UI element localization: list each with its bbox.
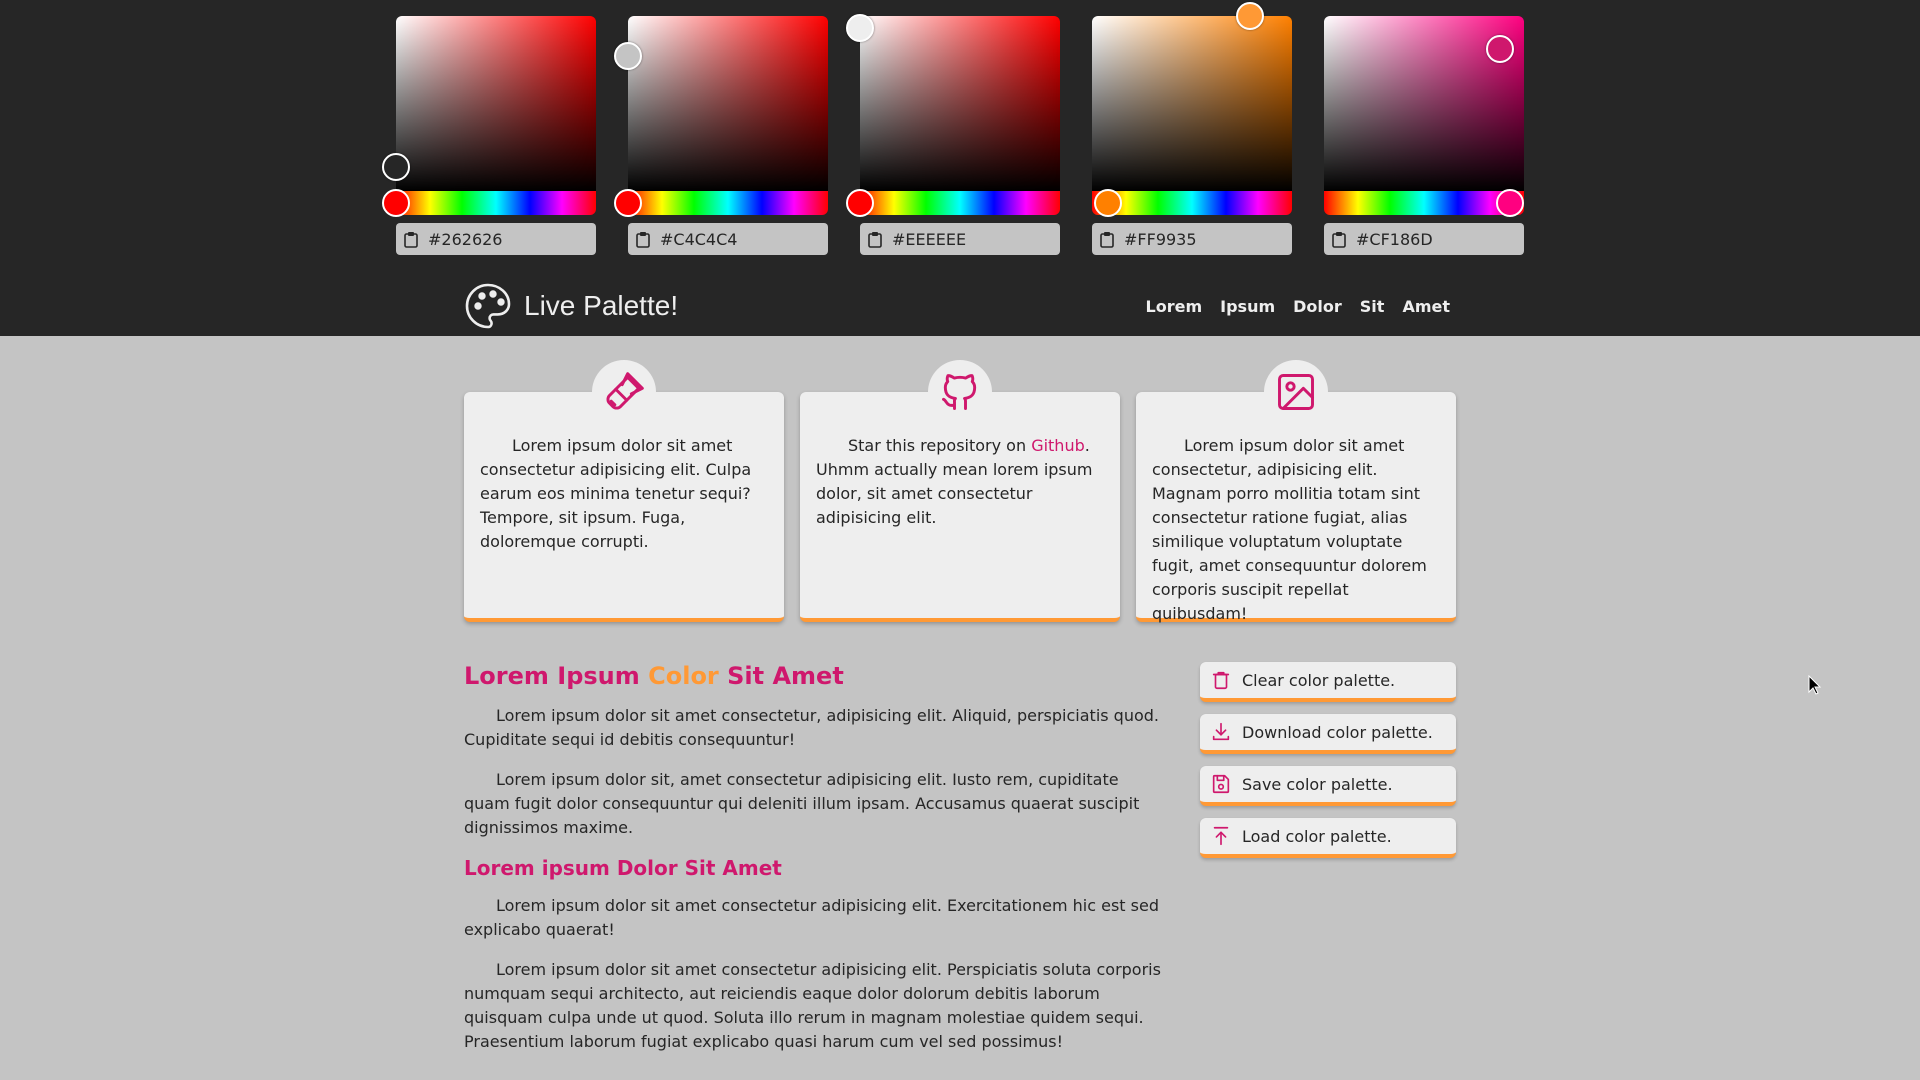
color-picker-4[interactable] (1092, 2, 1292, 255)
heading-accent: Color (648, 662, 719, 690)
clipboard-icon[interactable] (636, 231, 650, 248)
saturation-value-area[interactable] (846, 14, 1060, 191)
image-icon (1278, 374, 1314, 410)
hex-input[interactable] (428, 229, 588, 249)
color-picker-2[interactable] (614, 16, 828, 255)
hue-handle[interactable] (846, 189, 874, 217)
trash-icon (1212, 671, 1230, 690)
hue-slider[interactable] (1092, 189, 1292, 217)
hue-slider[interactable] (614, 189, 828, 217)
heading-part-2: Sit Amet (718, 662, 844, 690)
hue-handle[interactable] (614, 189, 642, 217)
paragraph: Lorem ipsum dolor sit amet consectetur a… (464, 960, 1161, 1051)
action-label: Clear color palette. (1242, 670, 1396, 690)
sv-handle[interactable] (846, 14, 874, 43)
card-text: Star this repository on Github. Uhmm act… (816, 434, 1104, 530)
paragraph: Lorem ipsum dolor sit amet consectetur, … (464, 706, 1160, 749)
hex-field[interactable] (1324, 223, 1524, 255)
site-header: Live Palette! Lorem Ipsum Dolor Sit Amet (464, 280, 1456, 332)
clipboard-icon[interactable] (404, 231, 418, 248)
mouse-cursor-icon (1808, 675, 1822, 695)
hue-handle[interactable] (1094, 189, 1122, 217)
hue-handle[interactable] (1496, 189, 1524, 217)
main-content: Lorem Ipsum Color Sit Amet Lorem ipsum d… (464, 662, 1164, 1070)
saturation-value-area[interactable] (1092, 2, 1292, 191)
hex-field[interactable] (1092, 223, 1292, 255)
feature-card-3: Lorem ipsum dolor sit amet consectetur, … (1136, 360, 1456, 623)
hue-slider[interactable] (846, 189, 1060, 217)
download-palette-button[interactable]: Download color palette. (1200, 714, 1456, 754)
save-icon (1212, 774, 1230, 794)
nav-link-ipsum[interactable]: Ipsum (1220, 297, 1275, 316)
main-heading: Lorem Ipsum Color Sit Amet (464, 662, 1164, 690)
saturation-value-area[interactable] (1324, 16, 1524, 191)
sv-handle[interactable] (1486, 35, 1514, 64)
github-link[interactable]: Github (1031, 436, 1085, 455)
card-icon-wrapper (928, 360, 992, 424)
feature-card-2: Star this repository on Github. Uhmm act… (800, 360, 1120, 622)
nav-link-lorem[interactable]: Lorem (1146, 297, 1203, 316)
hex-field[interactable] (396, 223, 596, 255)
nav-link-sit[interactable]: Sit (1360, 297, 1385, 316)
clipboard-icon[interactable] (868, 231, 882, 248)
action-label: Download color palette. (1242, 722, 1433, 742)
hue-handle[interactable] (382, 189, 410, 217)
hue-slider[interactable] (382, 189, 596, 217)
hex-field[interactable] (628, 223, 828, 255)
hex-input[interactable] (1124, 229, 1284, 249)
download-icon (1212, 722, 1230, 741)
sv-handle[interactable] (382, 152, 410, 181)
saturation-value-area[interactable] (382, 16, 596, 191)
sub-heading: Lorem ipsum Dolor Sit Amet (464, 856, 782, 880)
sv-handle[interactable] (614, 42, 642, 71)
action-label: Save color palette. (1242, 774, 1393, 794)
card-text: Lorem ipsum dolor sit amet consectetur a… (480, 436, 752, 551)
saturation-value-area[interactable] (614, 16, 828, 191)
nav-link-dolor[interactable]: Dolor (1293, 297, 1342, 316)
hex-input[interactable] (1356, 229, 1516, 249)
sv-handle[interactable] (1236, 2, 1264, 30)
save-palette-button[interactable]: Save color palette. (1200, 766, 1456, 806)
color-picker-3[interactable] (846, 14, 1060, 255)
color-picker-1[interactable] (382, 16, 596, 255)
palette-icon[interactable] (464, 282, 512, 330)
hex-input[interactable] (892, 229, 1052, 249)
hex-input[interactable] (660, 229, 820, 249)
clipboard-icon[interactable] (1100, 231, 1114, 248)
load-palette-button[interactable]: Load color palette. (1200, 818, 1456, 858)
feature-card-1: Lorem ipsum dolor sit amet consectetur a… (464, 360, 784, 622)
app-title: Live Palette! (524, 290, 679, 321)
github-icon[interactable] (938, 370, 982, 414)
card-icon-wrapper (1264, 360, 1328, 424)
paragraph: Lorem ipsum dolor sit amet consectetur a… (464, 896, 1159, 939)
heading-part-1: Lorem Ipsum (464, 662, 649, 690)
top-bar: Live Palette! Lorem Ipsum Dolor Sit Amet (0, 0, 1920, 336)
hue-slider[interactable] (1324, 189, 1524, 217)
palette-actions: Clear color palette. Download color pale… (1200, 662, 1456, 870)
upload-icon (1213, 826, 1229, 846)
paragraph: Lorem ipsum dolor sit, amet consectetur … (464, 770, 1140, 837)
action-label: Load color palette. (1242, 826, 1392, 846)
color-picker-5[interactable] (1324, 16, 1524, 255)
card-text-before: Star this repository on (848, 436, 1032, 455)
main-nav: Lorem Ipsum Dolor Sit Amet (1146, 297, 1456, 316)
paintbrush-icon (606, 372, 644, 410)
clear-palette-button[interactable]: Clear color palette. (1200, 662, 1456, 702)
hex-field[interactable] (860, 223, 1060, 255)
nav-link-amet[interactable]: Amet (1402, 297, 1450, 316)
clipboard-icon[interactable] (1332, 231, 1346, 248)
card-icon-wrapper (592, 360, 656, 424)
card-text: Lorem ipsum dolor sit amet consectetur, … (1152, 436, 1427, 623)
